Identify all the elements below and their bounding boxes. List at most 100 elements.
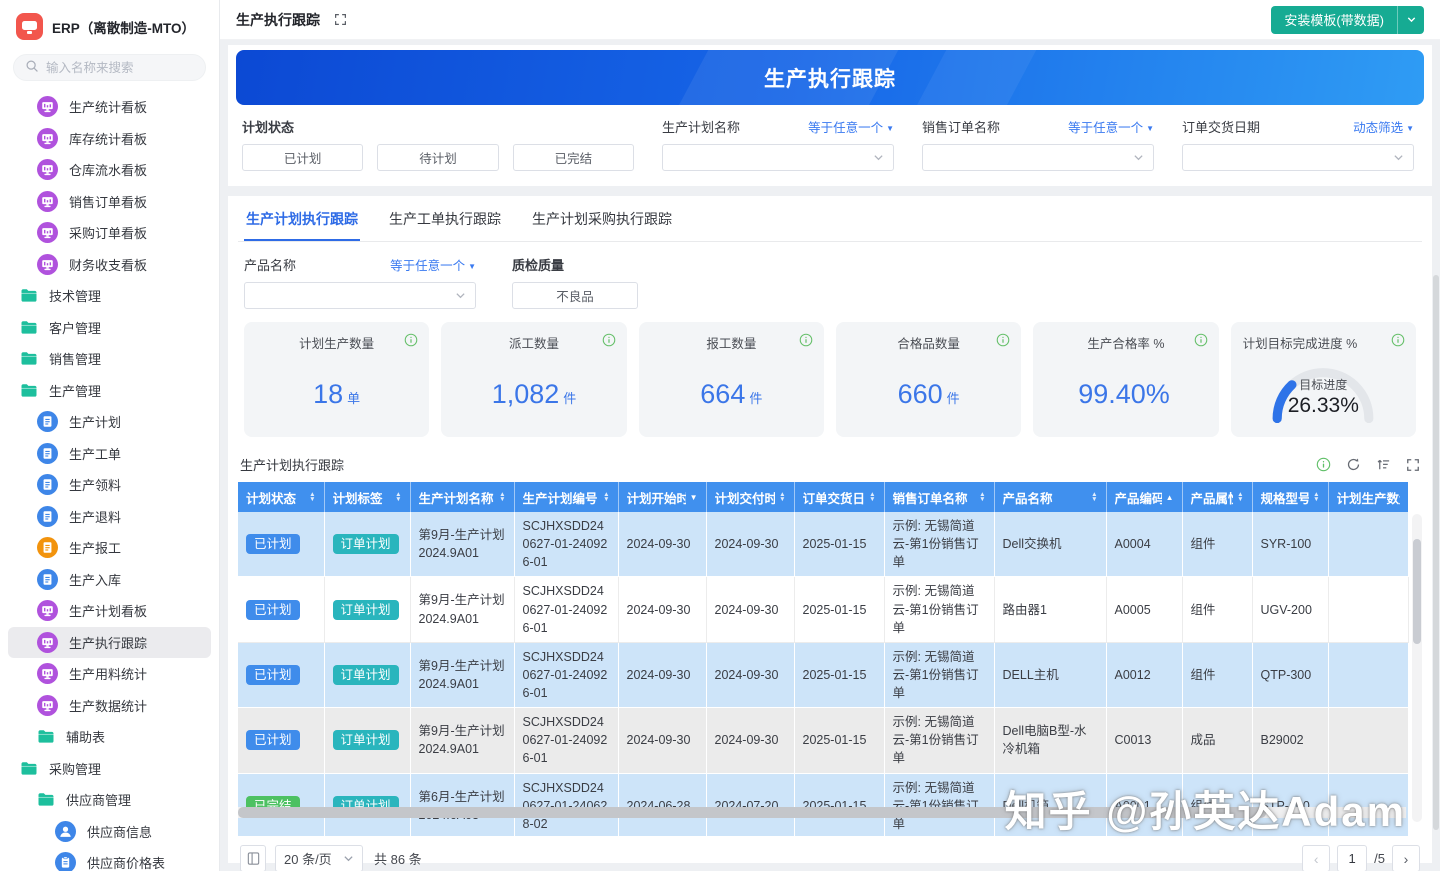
sidebar-item-供应商管理[interactable]: 供应商管理 [8,784,211,816]
table-row[interactable]: 已完结订单计划第6月-生产计划2024.6A03SCJHXSDD240627-0… [238,773,1408,836]
sidebar-item-生产执行跟踪[interactable]: 生产执行跟踪 [8,627,211,659]
column-header-产品名称[interactable]: 产品名称▲▼ [994,482,1106,512]
page-size-select[interactable]: 20 条/页 [275,845,363,871]
table-horizontal-scrollbar[interactable] [238,807,1406,818]
sort-icon[interactable]: ▲▼ [309,492,315,503]
sort-icon[interactable]: ▲▼ [1313,492,1319,503]
sidebar-item-采购管理[interactable]: 采购管理 [8,753,211,785]
sidebar-item-客户管理[interactable]: 客户管理 [8,312,211,344]
sidebar-item-生产退料[interactable]: 生产退料 [8,501,211,533]
sidebar-item-供应商信息[interactable]: 供应商信息 [8,816,211,848]
next-page-button[interactable]: › [1392,845,1420,871]
sales-order-select[interactable] [922,144,1154,171]
sidebar-item-技术管理[interactable]: 技术管理 [8,280,211,312]
quality-option-defective[interactable]: 不良品 [512,282,638,309]
sidebar-item-生产工单[interactable]: 生产工单 [8,438,211,470]
info-icon[interactable] [1194,333,1208,347]
topbar: 生产执行跟踪 安装模板(带数据) [220,0,1440,40]
table-info-icon[interactable] [1316,457,1331,472]
table-row[interactable]: 已计划订单计划第9月-生产计划2024.9A01SCJHXSDD240627-0… [238,708,1408,773]
table-row[interactable]: 已计划订单计划第9月-生产计划2024.9A01SCJHXSDD240627-0… [238,642,1408,707]
info-icon[interactable] [404,333,418,347]
sidebar-item-生产计划看板[interactable]: 生产计划看板 [8,595,211,627]
sidebar-item-销售管理[interactable]: 销售管理 [8,343,211,375]
sidebar-item-生产用料统计[interactable]: 生产用料统计 [8,658,211,690]
info-icon[interactable] [1391,333,1405,347]
sidebar-item-财务收支看板[interactable]: 财务收支看板 [8,249,211,281]
column-header-销售订单名称[interactable]: 销售订单名称▲▼ [884,482,994,512]
info-icon[interactable] [602,333,616,347]
status-option-pending[interactable]: 待计划 [377,144,498,171]
plan-name-operator[interactable]: 等于任意一个▼ [808,117,894,136]
install-template-button[interactable]: 安装模板(带数据) [1271,6,1424,34]
sidebar-item-供应商价格表[interactable]: 供应商价格表 [8,847,211,871]
table-refresh-icon[interactable] [1346,457,1361,472]
sidebar-item-生产管理[interactable]: 生产管理 [8,375,211,407]
column-header-计划交付时间[interactable]: 计划交付时间▲▼ [706,482,794,512]
column-header-计划标签[interactable]: 计划标签▲▼ [324,482,410,512]
info-icon[interactable] [799,333,813,347]
sort-asc-icon[interactable]: ▲ [1166,493,1174,502]
column-header-生产计划编号[interactable]: 生产计划编号▲▼ [514,482,618,512]
column-header-计划开始时间[interactable]: 计划开始时间▼ [618,482,706,512]
product-name-operator[interactable]: 等于任意一个▼ [390,255,476,274]
table-vertical-scrollbar[interactable] [1412,514,1422,822]
column-header-计划状态[interactable]: 计划状态▲▼ [238,482,324,512]
delivery-date-select[interactable] [1182,144,1414,171]
column-header-产品编码[interactable]: 产品编码▲ [1106,482,1182,512]
app-title: ERP（离散制造-MTO） [52,17,195,37]
status-option-planned[interactable]: 已计划 [242,144,363,171]
sidebar-item-生产统计看板[interactable]: 生产统计看板 [8,91,211,123]
sales-order-operator[interactable]: 等于任意一个▼ [1068,117,1154,136]
column-header-生产计划名称[interactable]: 生产计划名称▲▼ [410,482,514,512]
plan-table-body: 已计划订单计划第9月-生产计划2024.9A01SCJHXSDD240627-0… [238,512,1408,836]
sidebar-item-采购订单看板[interactable]: 采购订单看板 [8,217,211,249]
tab-生产计划采购执行跟踪[interactable]: 生产计划采购执行跟踪 [530,196,674,241]
sidebar-item-生产数据统计[interactable]: 生产数据统计 [8,690,211,722]
column-header-产品属性[interactable]: 产品属性▲▼ [1182,482,1252,512]
info-icon[interactable] [996,333,1010,347]
table-sort-settings-icon[interactable] [1376,457,1391,472]
prev-page-button[interactable]: ‹ [1302,845,1330,871]
sort-icon[interactable]: ▲▼ [499,492,505,503]
search-input[interactable] [46,61,186,75]
sort-icon[interactable]: ▲▼ [779,492,785,503]
column-header-订单交货日期[interactable]: 订单交货日期▲▼ [794,482,884,512]
column-settings-icon[interactable] [240,845,266,871]
table-row[interactable]: 已计划订单计划第9月-生产计划2024.9A01SCJHXSDD240627-0… [238,577,1408,642]
table-row[interactable]: 已计划订单计划第9月-生产计划2024.9A01SCJHXSDD240627-0… [238,512,1408,577]
sidebar-search[interactable] [13,54,206,81]
sort-icon[interactable]: ▲▼ [1237,492,1243,503]
column-header-规格型号[interactable]: 规格型号▲▼ [1252,482,1328,512]
tab-bar: 生产计划执行跟踪生产工单执行跟踪生产计划采购执行跟踪 [238,196,1422,242]
sort-icon[interactable]: ▲▼ [869,492,875,503]
sidebar-item-生产计划[interactable]: 生产计划 [8,406,211,438]
install-dropdown-caret[interactable] [1397,6,1424,34]
sort-icon[interactable]: ▲▼ [395,492,401,503]
plan-name-select[interactable] [662,144,894,171]
table-fullscreen-icon[interactable] [1406,458,1420,472]
sort-desc-icon[interactable]: ▼ [690,493,698,502]
user-icon [55,821,76,842]
table-wrapper: 计划状态▲▼计划标签▲▼生产计划名称▲▼生产计划编号▲▼计划开始时间▼计划交付时… [238,482,1422,836]
sort-icon[interactable]: ▲▼ [1091,492,1097,503]
sidebar-item-生产入库[interactable]: 生产入库 [8,564,211,596]
page-scrollbar[interactable] [1432,40,1440,871]
sort-icon[interactable]: ▲▼ [979,492,985,503]
status-option-finished[interactable]: 已完结 [513,144,634,171]
tab-生产工单执行跟踪[interactable]: 生产工单执行跟踪 [387,196,503,241]
sidebar-item-生产报工[interactable]: 生产报工 [8,532,211,564]
column-header-计划生产数量[interactable]: 计划生产数量 [1328,482,1408,512]
sidebar-item-销售订单看板[interactable]: 销售订单看板 [8,186,211,218]
sidebar-item-仓库流水看板[interactable]: 仓库流水看板 [8,154,211,186]
tab-生产计划执行跟踪[interactable]: 生产计划执行跟踪 [244,196,360,241]
sidebar-item-辅助表[interactable]: 辅助表 [8,721,211,753]
delivery-date-operator[interactable]: 动态筛选▼ [1353,117,1414,136]
sort-icon[interactable]: ▲▼ [603,492,609,503]
sidebar-item-库存统计看板[interactable]: 库存统计看板 [8,123,211,155]
sidebar-item-生产领料[interactable]: 生产领料 [8,469,211,501]
product-name-select[interactable] [244,282,476,309]
dashboard-icon [37,222,58,243]
fullscreen-icon[interactable] [334,13,347,26]
current-page-input[interactable]: 1 [1337,845,1367,871]
